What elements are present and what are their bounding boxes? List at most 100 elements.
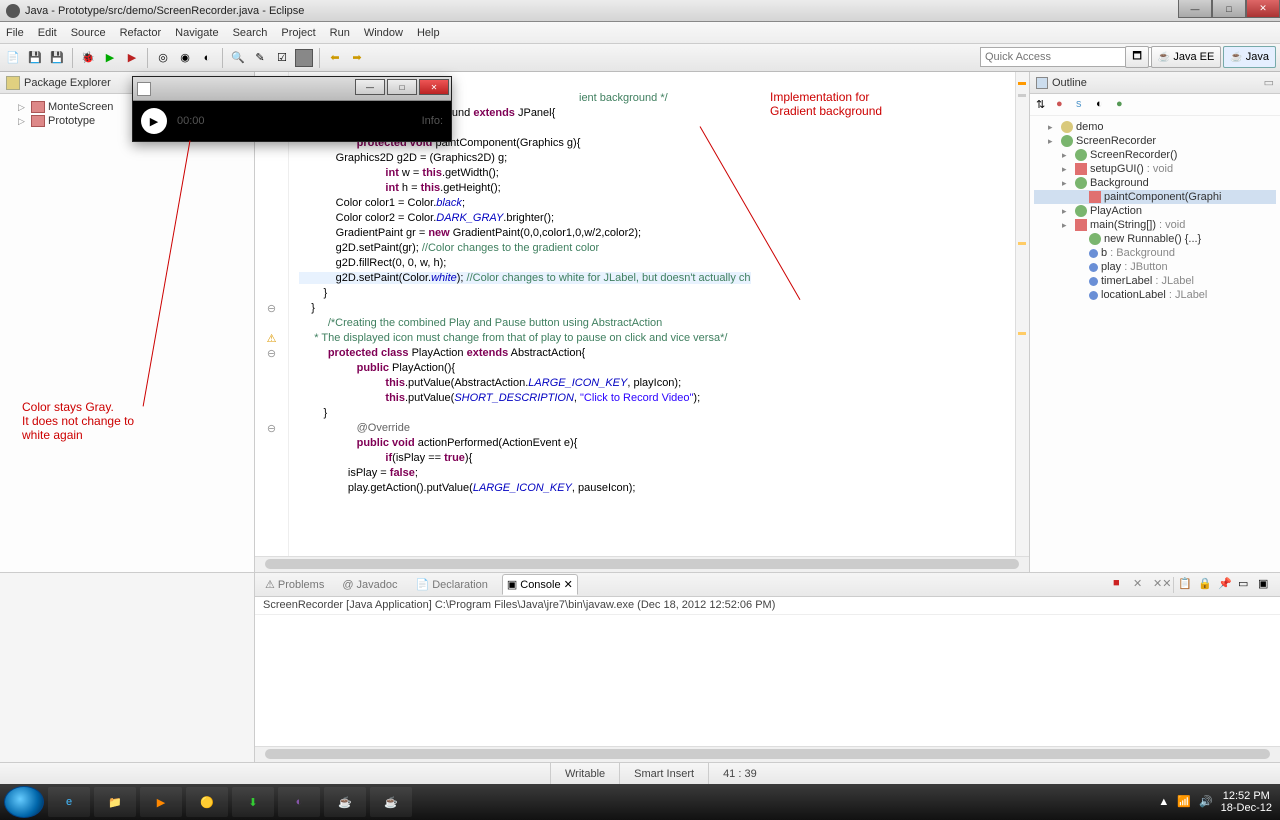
terminate-icon[interactable]: ■ — [1113, 577, 1129, 593]
tab-problems[interactable]: ⚠ Problems — [261, 575, 328, 594]
new-class-icon[interactable]: ◎ — [154, 49, 172, 67]
window-titlebar: Java - Prototype/src/demo/ScreenRecorder… — [0, 0, 1280, 22]
task-icon[interactable]: ☑ — [273, 49, 291, 67]
outline-item[interactable]: paintComponent(Graphi — [1034, 190, 1276, 204]
annotation-impl: Implementation for Gradient background — [770, 90, 882, 118]
taskbar-java[interactable]: ☕ — [370, 787, 412, 817]
outline-icon — [1036, 77, 1048, 89]
tab-javadoc[interactable]: @ Javadoc — [338, 576, 401, 594]
clear-icon[interactable]: 📋 — [1178, 577, 1194, 593]
outline-item[interactable]: ▸ ScreenRecorder — [1034, 134, 1276, 148]
info-label: Info: — [422, 115, 443, 127]
display-icon[interactable]: ▭ — [1238, 577, 1254, 593]
new-icon[interactable]: 📄 — [4, 49, 22, 67]
menu-project[interactable]: Project — [281, 27, 315, 39]
tray-date: 18-Dec-12 — [1221, 802, 1272, 814]
outline-item[interactable]: ▸ demo — [1034, 120, 1276, 134]
scroll-lock-icon[interactable]: 🔒 — [1198, 577, 1214, 593]
outline-item[interactable]: ▸ setupGUI() : void — [1034, 162, 1276, 176]
save-all-icon[interactable]: 💾 — [48, 49, 66, 67]
play-button[interactable]: ▶ — [141, 108, 167, 134]
sort-icon[interactable]: ⇅ — [1036, 98, 1050, 112]
taskbar-ie[interactable]: e — [48, 787, 90, 817]
outline-tree: ▸ demo▸ ScreenRecorder▸ ScreenRecorder()… — [1030, 116, 1280, 306]
new-pkg-icon[interactable]: ◉ — [176, 49, 194, 67]
toolbar: 📄 💾 💾 🐞 ▶ ▶ ◎ ◉ ◐ 🔍 ✎ ☑ ⬅ ➡ 🗖 ☕ Java EE … — [0, 44, 1280, 72]
outline-item[interactable]: play : JButton — [1034, 260, 1276, 274]
taskbar-chrome[interactable]: 🟡 — [186, 787, 228, 817]
recorder-titlebar[interactable]: — □ ✕ — [133, 77, 451, 101]
outline-item[interactable]: new Runnable() {...} — [1034, 232, 1276, 246]
code-area[interactable]: ient background */ protected class Backg… — [289, 72, 1015, 556]
open-console-icon[interactable]: ▣ — [1258, 577, 1274, 593]
outline-item[interactable]: ▸ Background — [1034, 176, 1276, 190]
perspective-javaee[interactable]: ☕ Java EE — [1151, 46, 1221, 68]
minimize-button[interactable]: — — [1178, 0, 1212, 18]
hide-nonpub-icon[interactable]: ◐ — [1096, 98, 1110, 112]
hide-fields-icon[interactable]: ● — [1056, 98, 1070, 112]
search-icon[interactable]: 🔍 — [229, 49, 247, 67]
remove-icon[interactable]: ✕ — [1133, 577, 1149, 593]
tray-vol-icon[interactable]: 🔊 — [1199, 796, 1213, 808]
console-hscroll[interactable] — [255, 746, 1280, 762]
maximize-button[interactable]: □ — [1212, 0, 1246, 18]
hide-local-icon[interactable]: ● — [1116, 98, 1130, 112]
tray-flag-icon[interactable]: ▲ — [1158, 796, 1169, 808]
status-writable: Writable — [550, 763, 619, 784]
timer-label: 00:00 — [177, 115, 205, 127]
outline-item[interactable]: ▸ ScreenRecorder() — [1034, 148, 1276, 162]
menu-help[interactable]: Help — [417, 27, 440, 39]
annot-icon[interactable]: ✎ — [251, 49, 269, 67]
overview-ruler[interactable] — [1015, 72, 1029, 556]
outline-item[interactable]: ▸ main(String[]) : void — [1034, 218, 1276, 232]
recorder-max-button[interactable]: □ — [387, 79, 417, 95]
outline-item[interactable]: b : Background — [1034, 246, 1276, 260]
taskbar-wmp[interactable]: ▶ — [140, 787, 182, 817]
close-button[interactable]: ✕ — [1246, 0, 1280, 18]
outline-item[interactable]: ▸ PlayAction — [1034, 204, 1276, 218]
outline-item[interactable]: timerLabel : JLabel — [1034, 274, 1276, 288]
start-button[interactable] — [4, 786, 44, 818]
open-perspective-button[interactable]: 🗖 — [1125, 46, 1149, 68]
menu-search[interactable]: Search — [233, 27, 268, 39]
outline-toolbar: ⇅ ● s ◐ ● — [1030, 94, 1280, 116]
menu-source[interactable]: Source — [71, 27, 106, 39]
recorder-min-button[interactable]: — — [355, 79, 385, 95]
annotation-gray: Color stays Gray. It does not change to … — [22, 400, 134, 442]
recorder-close-button[interactable]: ✕ — [419, 79, 449, 95]
toggle-icon[interactable] — [295, 49, 313, 67]
tray-net-icon[interactable]: 📶 — [1177, 796, 1191, 808]
recorder-window[interactable]: — □ ✕ ▶ 00:00 Info: — [132, 76, 452, 142]
remove-all-icon[interactable]: ✕✕ — [1153, 577, 1169, 593]
editor-hscroll[interactable] — [255, 556, 1029, 572]
console-output[interactable] — [255, 615, 1280, 746]
perspective-java[interactable]: ☕ Java — [1223, 46, 1276, 68]
tab-declaration[interactable]: 📄 Declaration — [412, 575, 492, 594]
taskbar-eclipse[interactable]: ◐ — [278, 787, 320, 817]
outline-item[interactable]: locationLabel : JLabel — [1034, 288, 1276, 302]
menu-run[interactable]: Run — [330, 27, 350, 39]
taskbar-utorrent[interactable]: ⬇ — [232, 787, 274, 817]
run-icon[interactable]: ▶ — [101, 49, 119, 67]
menu-navigate[interactable]: Navigate — [175, 27, 218, 39]
taskbar-javaee[interactable]: ☕ — [324, 787, 366, 817]
run-ext-icon[interactable]: ▶ — [123, 49, 141, 67]
menu-edit[interactable]: Edit — [38, 27, 57, 39]
nav-back-icon[interactable]: ⬅ — [326, 49, 344, 67]
package-explorer-icon — [6, 76, 20, 90]
menu-refactor[interactable]: Refactor — [120, 27, 162, 39]
menu-window[interactable]: Window — [364, 27, 403, 39]
tab-console[interactable]: ▣ Console ✕ — [502, 574, 578, 595]
hide-static-icon[interactable]: s — [1076, 98, 1090, 112]
code-editor[interactable]: ⊖⊖ ⊖⚠ ⊖ ⊖ ient background */ protected c… — [255, 72, 1030, 572]
nav-fwd-icon[interactable]: ➡ — [348, 49, 366, 67]
outline-min-icon[interactable]: ▭ — [1264, 76, 1274, 89]
taskbar-explorer[interactable]: 📁 — [94, 787, 136, 817]
menu-file[interactable]: File — [6, 27, 24, 39]
open-type-icon[interactable]: ◐ — [198, 49, 216, 67]
save-icon[interactable]: 💾 — [26, 49, 44, 67]
debug-icon[interactable]: 🐞 — [79, 49, 97, 67]
pin-icon[interactable]: 📌 — [1218, 577, 1234, 593]
system-tray[interactable]: ▲ 📶 🔊 12:52 PM18-Dec-12 — [1158, 790, 1272, 814]
eclipse-icon — [6, 4, 20, 18]
